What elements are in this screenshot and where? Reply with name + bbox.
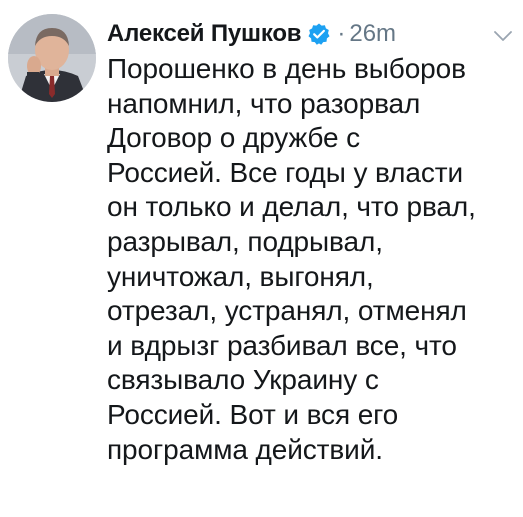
verified-badge-icon (307, 22, 331, 46)
tweet-text: Порошенко в день выборов напомнил, что р… (107, 52, 517, 467)
tweet-text-line: уничтожал, выгонял, (107, 260, 374, 292)
tweet-timestamp[interactable]: 26m (349, 20, 396, 48)
avatar-image (8, 14, 96, 102)
tweet-text-line: связывало Украину с (107, 364, 379, 396)
chevron-down-icon[interactable] (493, 30, 513, 42)
tweet-text-line: он только и делал, что рвал, (107, 191, 476, 223)
tweet[interactable]: Алексей Пушков · 26m Порошенко в день вы… (0, 0, 523, 517)
tweet-text-line: Россией. Вот и вся его (107, 398, 399, 430)
tweet-text-line: разрывал, подрывал, (107, 225, 383, 257)
tweet-header: Алексей Пушков · 26m (107, 18, 513, 50)
tweet-text-line: отрезал, устранял, отменял (107, 295, 467, 327)
header-separator: · (337, 20, 346, 47)
avatar[interactable] (8, 14, 96, 102)
tweet-text-line: и вдрызг разбивал все, что (107, 329, 457, 361)
tweet-text-line: программа действий. (107, 433, 383, 465)
tweet-text-line: напомнил, что разорвал (107, 87, 421, 119)
tweet-text-line: Россией. Все годы у власти (107, 156, 464, 188)
tweet-text-line: Договор о дружбе с (107, 122, 361, 154)
author-name[interactable]: Алексей Пушков (107, 20, 302, 48)
tweet-text-line: Порошенко в день выборов (107, 53, 466, 84)
